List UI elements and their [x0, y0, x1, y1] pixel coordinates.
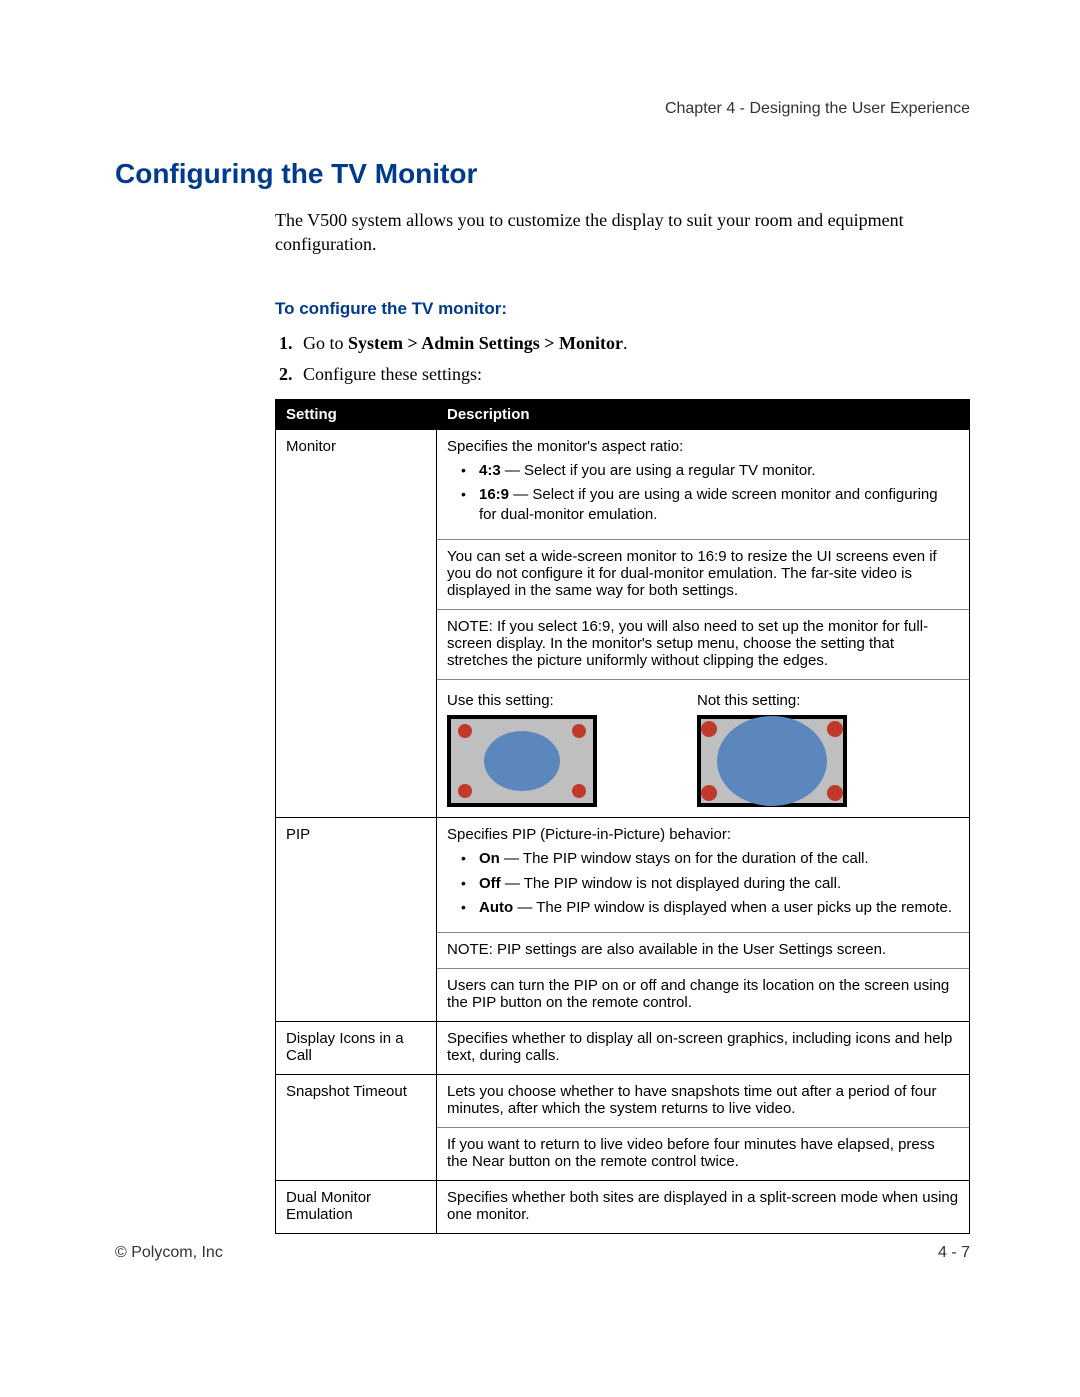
footer-left: © Polycom, Inc	[115, 1244, 223, 1262]
setting-description: Specifies the monitor's aspect ratio: 4:…	[437, 429, 970, 818]
monitor-lead: Specifies the monitor's aspect ratio:	[447, 438, 959, 455]
setting-description: Specifies whether to display all on-scre…	[437, 1022, 970, 1075]
setting-name: PIP	[276, 818, 437, 1022]
setting-name: Dual Monitor Emulation	[276, 1181, 437, 1234]
setting-name: Snapshot Timeout	[276, 1075, 437, 1181]
table-row: Display Icons in a Call Specifies whethe…	[276, 1022, 970, 1075]
setting-name: Display Icons in a Call	[276, 1022, 437, 1075]
list-item: On — The PIP window stays on for the dur…	[461, 849, 959, 869]
document-page: Chapter 4 - Designing the User Experienc…	[0, 0, 1080, 1397]
procedure-heading: To configure the TV monitor:	[275, 299, 970, 319]
list-item: Auto — The PIP window is displayed when …	[461, 898, 959, 918]
page-footer: © Polycom, Inc 4 - 7	[115, 1244, 970, 1262]
procedure-steps: Go to System > Admin Settings > Monitor.…	[275, 333, 970, 385]
col-setting: Setting	[276, 399, 437, 429]
settings-table: Setting Description Monitor Specifies th…	[275, 399, 970, 1235]
list-item: Off — The PIP window is not displayed du…	[461, 874, 959, 894]
step-1-pre: Go to	[303, 333, 348, 353]
setting-name: Monitor	[276, 429, 437, 818]
step-1-post: .	[623, 333, 628, 353]
table-row: Dual Monitor Emulation Specifies whether…	[276, 1181, 970, 1234]
setting-description: Specifies whether both sites are display…	[437, 1181, 970, 1234]
col-description: Description	[437, 399, 970, 429]
step-1-path: System > Admin Settings > Monitor	[348, 333, 623, 353]
setting-description: Lets you choose whether to have snapshot…	[437, 1075, 970, 1181]
list-item: 4:3 — Select if you are using a regular …	[461, 461, 959, 481]
table-row: Snapshot Timeout Lets you choose whether…	[276, 1075, 970, 1181]
use-this-label: Use this setting:	[447, 692, 647, 709]
section-title: Configuring the TV Monitor	[115, 158, 970, 190]
not-this-icon	[697, 715, 847, 807]
step-2: Configure these settings:	[297, 364, 970, 385]
monitor-note-1: You can set a wide-screen monitor to 16:…	[437, 540, 969, 609]
use-this-icon	[447, 715, 597, 807]
monitor-note-2: NOTE: If you select 16:9, you will also …	[437, 610, 969, 679]
chapter-heading: Chapter 4 - Designing the User Experienc…	[115, 100, 970, 118]
list-item: 16:9 — Select if you are using a wide sc…	[461, 485, 959, 526]
table-row: PIP Specifies PIP (Picture-in-Picture) b…	[276, 818, 970, 1022]
intro-paragraph: The V500 system allows you to customize …	[275, 208, 970, 257]
footer-right: 4 - 7	[938, 1244, 970, 1262]
pip-note-2: Users can turn the PIP on or off and cha…	[437, 969, 969, 1021]
setting-description: Specifies PIP (Picture-in-Picture) behav…	[437, 818, 970, 1022]
not-this-label: Not this setting:	[697, 692, 897, 709]
pip-lead: Specifies PIP (Picture-in-Picture) behav…	[447, 826, 959, 843]
table-row: Monitor Specifies the monitor's aspect r…	[276, 429, 970, 818]
step-1: Go to System > Admin Settings > Monitor.	[297, 333, 970, 354]
pip-note-1: NOTE: PIP settings are also available in…	[437, 933, 969, 968]
